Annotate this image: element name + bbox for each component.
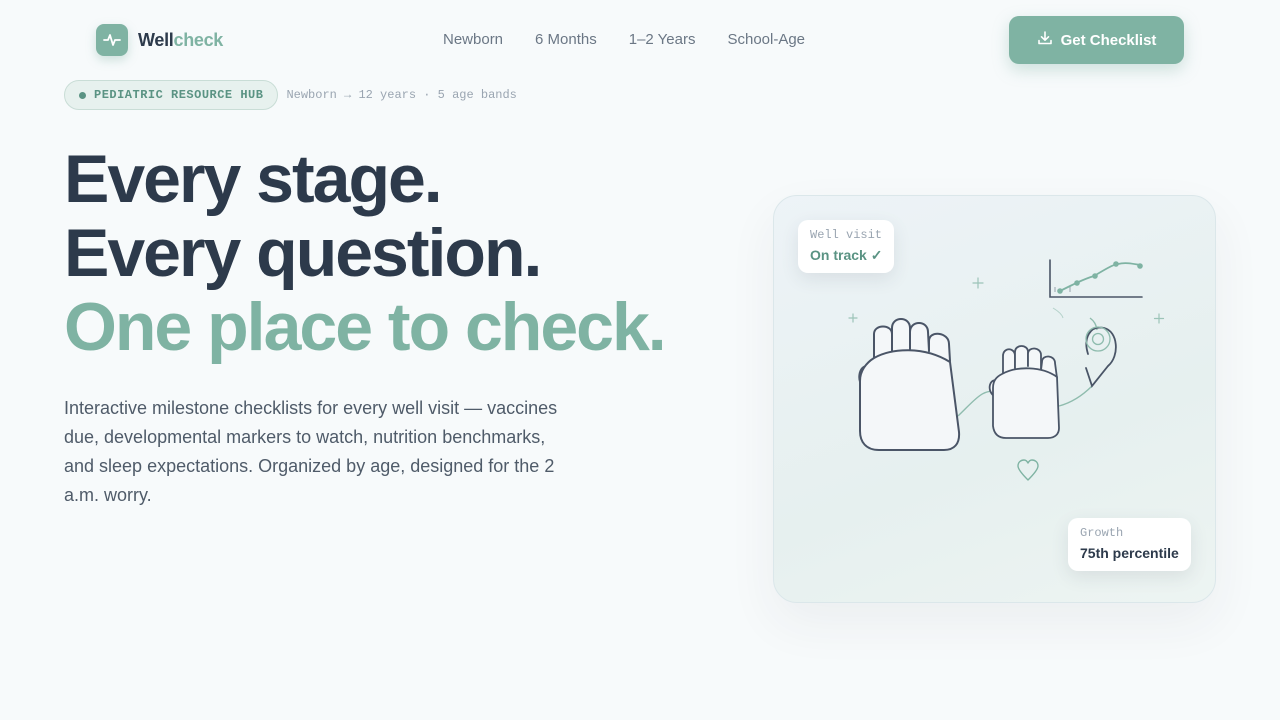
get-checklist-label: Get Checklist: [1060, 31, 1157, 49]
nav-link-6-months[interactable]: 6 Months: [535, 31, 597, 49]
hero-badge-row: PEDIATRIC RESOURCE HUB Newborn → 12 year…: [64, 80, 517, 110]
hero-heading: Every stage. Every question. One place t…: [64, 142, 764, 364]
hero-line-2: Every question.: [64, 215, 542, 291]
hero-line-3: One place to check.: [64, 289, 667, 365]
heart-icon: [1017, 459, 1039, 481]
well-visit-chip: Well visit On track ✓: [798, 220, 895, 273]
target-icon: [1085, 326, 1111, 352]
top-navigation-bar: Wellcheck Newborn 6 Months 1–2 Years Sch…: [0, 0, 1280, 80]
hero-illustration-card: Well visit On track ✓ Growth 75th percen…: [773, 195, 1216, 603]
main-nav: Newborn 6 Months 1–2 Years School-Age: [443, 31, 805, 49]
child-hand-icon: [988, 345, 1060, 439]
nav-link-newborn[interactable]: Newborn: [443, 31, 503, 49]
resource-hub-badge: PEDIATRIC RESOURCE HUB: [64, 80, 279, 110]
sparkle-icon: [848, 277, 1165, 324]
growth-chip: Growth 75th percentile: [1068, 518, 1191, 571]
growth-label: Growth: [1080, 526, 1124, 540]
badge-dot-icon: [79, 91, 86, 99]
hero-subtitle: Interactive milestone checklists for eve…: [64, 398, 558, 505]
hero-line-1: Every stage.: [64, 141, 443, 217]
download-icon: [1037, 30, 1053, 50]
growth-value: 75th percentile: [1080, 545, 1179, 561]
badge-label: PEDIATRIC RESOURCE HUB: [94, 88, 264, 102]
pulse-icon: [96, 24, 128, 56]
brand-name-accent: check: [173, 29, 224, 50]
nav-link-1-2-years[interactable]: 1–2 Years: [629, 31, 696, 49]
finger-icon: [1085, 326, 1117, 388]
adult-hand-icon: [858, 318, 961, 451]
brand-name: Wellcheck: [138, 30, 223, 51]
well-visit-status: On track ✓: [810, 247, 883, 263]
age-range-meta: Newborn → 12 years · 5 age bands: [286, 88, 517, 102]
nav-link-school-age[interactable]: School-Age: [727, 31, 805, 49]
well-visit-label: Well visit: [810, 228, 883, 242]
brand-name-primary: Well: [138, 29, 174, 50]
brand-logo[interactable]: Wellcheck: [96, 24, 223, 56]
growth-chart-icon: [1049, 259, 1143, 319]
get-checklist-button[interactable]: Get Checklist: [1009, 16, 1184, 64]
